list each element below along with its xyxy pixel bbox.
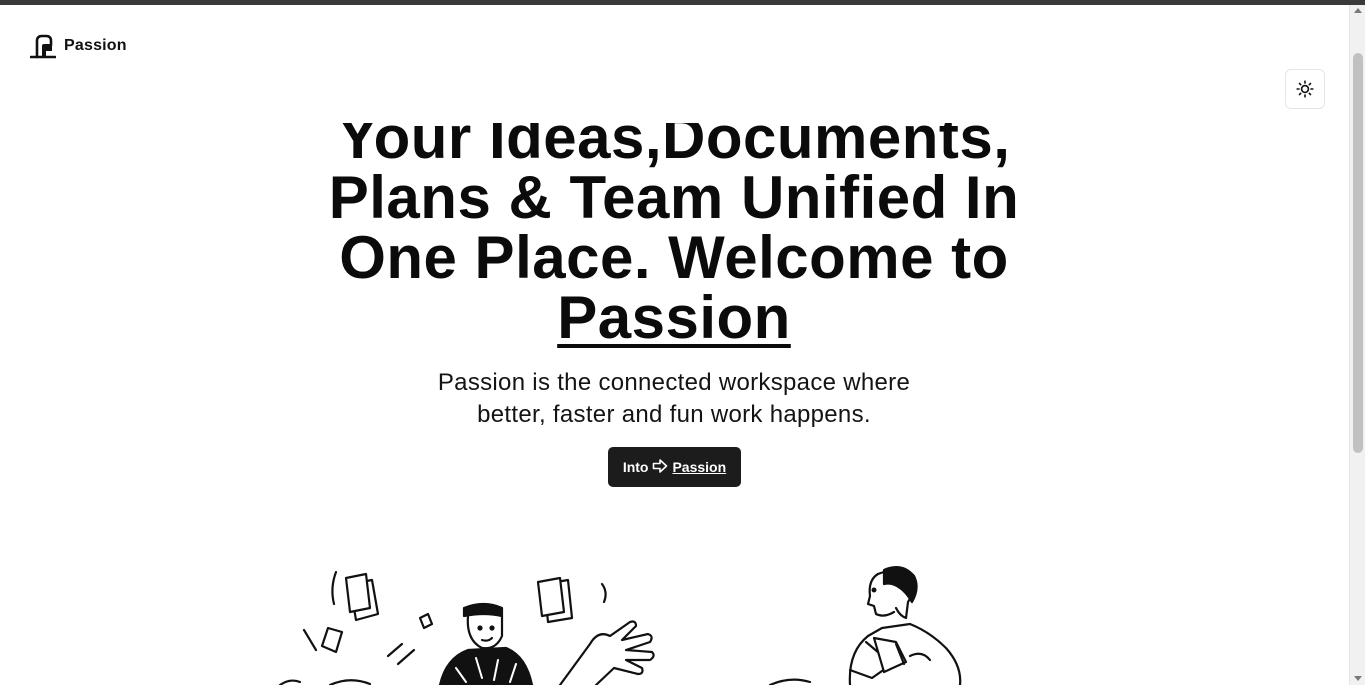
site-header: Passion: [0, 5, 1349, 85]
hero-section: Your Ideas,Documents, Plans & Team Unifi…: [0, 0, 1349, 685]
theme-toggle-button[interactable]: [1285, 69, 1325, 109]
hero-headline: Your Ideas,Documents, Plans & Team Unifi…: [274, 108, 1074, 348]
scrollbar-thumb[interactable]: [1353, 53, 1363, 453]
sun-icon: [1296, 80, 1314, 98]
page-scrollbar[interactable]: [1349, 5, 1365, 685]
scroll-up-arrow-icon[interactable]: [1354, 8, 1362, 13]
arrow-right-icon: [652, 458, 668, 477]
headline-line-3: One Place. Welcome to: [339, 224, 1009, 291]
cta-prefix: Into: [622, 459, 649, 475]
cta-brand: Passion: [672, 459, 727, 475]
passion-logo-icon: [30, 34, 56, 59]
subtitle-line-2: better, faster and fun work happens.: [477, 401, 871, 428]
into-passion-button[interactable]: Into Passion: [608, 447, 741, 487]
hero-illustration: [278, 565, 962, 685]
headline-brand: Passion: [557, 284, 791, 351]
hero-subtitle: Passion is the connected workspace where…: [374, 367, 974, 431]
subtitle-line-1: Passion is the connected workspace where: [437, 369, 911, 396]
scroll-down-arrow-icon[interactable]: [1354, 676, 1362, 681]
brand-logo[interactable]: Passion: [30, 33, 127, 59]
brand-name: Passion: [64, 37, 127, 54]
headline-line-2: Plans & Team Unified In: [328, 164, 1020, 231]
